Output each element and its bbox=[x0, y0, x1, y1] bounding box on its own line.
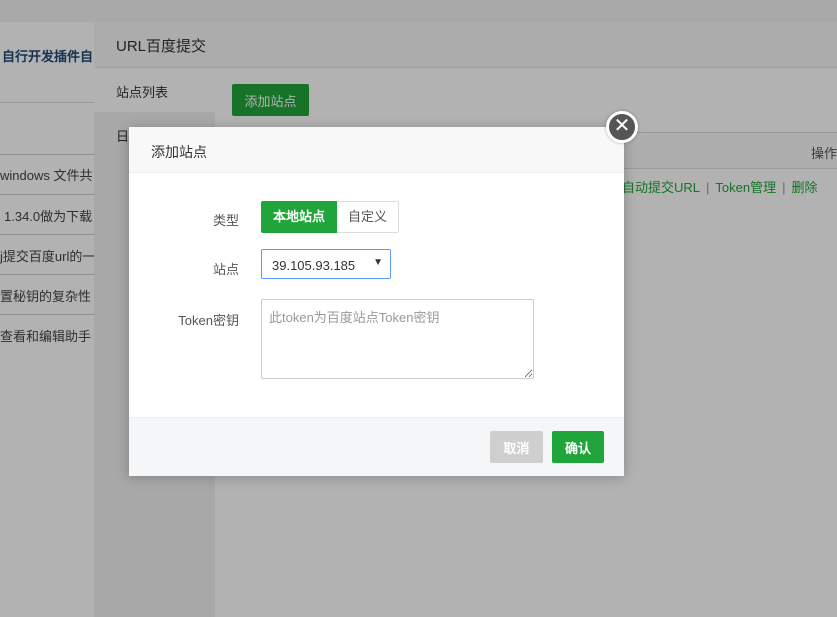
chevron-down-icon: ▼ bbox=[373, 257, 383, 268]
add-site-dialog: 添加站点 ✕ 类型 本地站点 自定义 站点 39.105.93.185 ▼ To… bbox=[129, 111, 638, 476]
confirm-button[interactable]: 确认 bbox=[552, 431, 604, 463]
type-option-custom[interactable]: 自定义 bbox=[337, 201, 400, 233]
dialog-title: 添加站点 bbox=[151, 144, 207, 160]
token-label: Token密钥 bbox=[178, 313, 239, 328]
dialog-footer: 取消 确认 bbox=[129, 417, 624, 476]
type-option-local[interactable]: 本地站点 bbox=[261, 201, 338, 233]
close-icon[interactable]: ✕ bbox=[606, 111, 638, 143]
cancel-button[interactable]: 取消 bbox=[490, 431, 543, 463]
token-input[interactable] bbox=[261, 299, 534, 379]
site-label: 站点 bbox=[212, 262, 239, 277]
type-label: 类型 bbox=[212, 213, 239, 228]
site-select-value: 39.105.93.185 bbox=[272, 258, 356, 273]
site-select[interactable]: 39.105.93.185 ▼ bbox=[261, 249, 391, 279]
type-toggle: 本地站点 自定义 bbox=[261, 201, 400, 233]
dialog-header: 添加站点 bbox=[129, 127, 624, 173]
